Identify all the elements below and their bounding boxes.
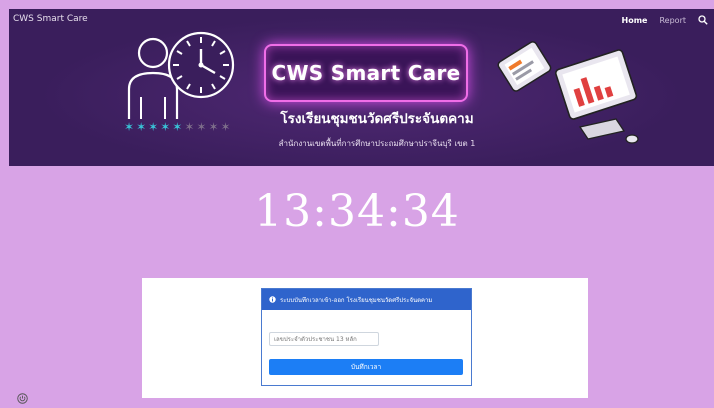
search-icon[interactable] (698, 15, 708, 25)
brand-link[interactable]: CWS Smart Care (13, 14, 88, 24)
save-time-button[interactable]: บันทึกเวลา (269, 359, 463, 375)
top-nav: Home Report (622, 15, 708, 25)
checkin-card: ระบบบันทึกเวลาเข้า-ออก โรงเรียนชุมชนวัดศ… (142, 278, 588, 398)
school-name: โรงเรียนชุมชนวัดศรีประจันตคาม (280, 111, 474, 127)
person-clock-icon (127, 31, 235, 119)
nav-home[interactable]: Home (622, 16, 648, 25)
panel-title: ระบบบันทึกเวลาเข้า-ออก โรงเรียนชุมชนวัดศ… (280, 296, 433, 304)
logo-badge: CWS Smart Care (264, 44, 468, 102)
power-icon[interactable] (17, 393, 28, 404)
panel-header: ระบบบันทึกเวลาเข้า-ออก โรงเรียนชุมชนวัดศ… (262, 289, 471, 310)
citizen-id-input[interactable] (269, 332, 379, 346)
logo-text: CWS Smart Care (271, 61, 461, 85)
office-name: สำนักงานเขตพื้นที่การศึกษาประถมศึกษาปราจ… (278, 139, 476, 148)
live-clock: 13:34:34 (254, 186, 460, 237)
info-icon (269, 296, 276, 303)
devices-illustration-icon (497, 41, 639, 144)
nav-report[interactable]: Report (659, 16, 686, 25)
people-row-icon: ✶ ✶ ✶ ✶ ✶ ✶ ✶ ✶ ✶ (124, 120, 231, 134)
header-banner: CWS Smart Care Home Report ✶ ✶ ✶ ✶ ✶ ✶ ✶… (9, 9, 714, 166)
checkin-panel: ระบบบันทึกเวลาเข้า-ออก โรงเรียนชุมชนวัดศ… (261, 288, 472, 386)
